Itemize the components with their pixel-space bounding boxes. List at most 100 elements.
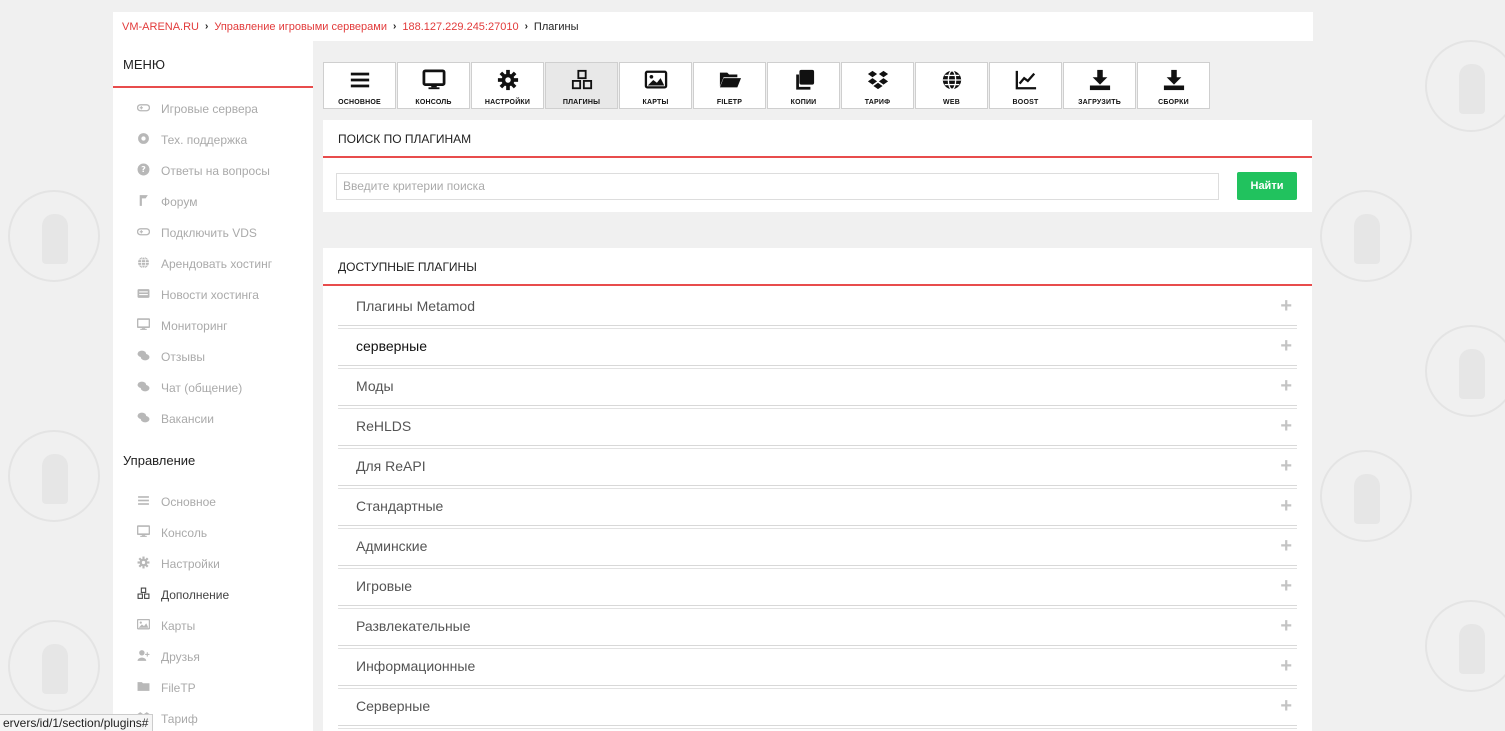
lifebuoy-icon: [136, 132, 150, 148]
toolbar-button-label: СБОРКИ: [1158, 99, 1189, 106]
breadcrumb-server-link[interactable]: 188.127.229.245:27010: [402, 21, 518, 33]
sidebar-menu-item-8[interactable]: Отзывы: [113, 341, 313, 372]
sidebar-menu-item-label: Форум: [161, 194, 198, 209]
toolbar-button-1[interactable]: КОНСОЛЬ: [397, 62, 470, 109]
cubes-icon: [570, 69, 594, 91]
expand-plus-icon[interactable]: +: [1280, 536, 1292, 556]
plugin-category-row[interactable]: серверные +: [338, 326, 1297, 369]
breadcrumb-chevron-icon: ›: [393, 21, 397, 32]
toolbar-button-3[interactable]: ПЛАГИНЫ: [545, 62, 618, 109]
background-logo-mark: [8, 190, 100, 282]
plugin-category-row[interactable]: Игровые +: [338, 566, 1297, 609]
toolbar-button-11[interactable]: СБОРКИ: [1137, 62, 1210, 109]
expand-plus-icon[interactable]: +: [1280, 696, 1292, 716]
expand-plus-icon[interactable]: +: [1280, 456, 1292, 476]
globe-icon: [940, 69, 964, 91]
expand-plus-icon[interactable]: +: [1280, 576, 1292, 596]
toolbar-button-2[interactable]: НАСТРОЙКИ: [471, 62, 544, 109]
sidebar-menu-item-label: Подключить VDS: [161, 225, 257, 240]
sidebar-menu-item-9[interactable]: Чат (общение): [113, 372, 313, 403]
toolbar-button-label: WEB: [943, 99, 960, 106]
expand-plus-icon[interactable]: +: [1280, 296, 1292, 316]
cubes-icon: [136, 587, 150, 603]
plugin-category-row[interactable]: Серверные +: [338, 686, 1297, 729]
expand-plus-icon[interactable]: +: [1280, 416, 1292, 436]
search-panel: ПОИСК ПО ПЛАГИНАМ Найти: [323, 120, 1312, 212]
copy-icon: [792, 69, 816, 91]
comments-icon: [136, 380, 150, 396]
image-icon: [644, 69, 668, 91]
comments-icon: [136, 349, 150, 365]
status-bar-url: ervers/id/1/section/plugins#: [0, 714, 154, 731]
sidebar-menu-item-10[interactable]: Вакансии: [113, 403, 313, 434]
toolbar-button-7[interactable]: ТАРИФ: [841, 62, 914, 109]
plugin-category-row[interactable]: Моды +: [338, 366, 1297, 409]
toolbar-button-label: ЗАГРУЗИТЬ: [1078, 99, 1121, 106]
breadcrumb-chevron-icon: ›: [524, 21, 528, 32]
bars-icon: [348, 69, 372, 91]
toolbar-button-label: КАРТЫ: [642, 99, 669, 106]
expand-plus-icon[interactable]: +: [1280, 656, 1292, 676]
sidebar-menu-item-4[interactable]: Подключить VDS: [113, 217, 313, 248]
toolbar-button-9[interactable]: BOOST: [989, 62, 1062, 109]
dropbox-icon: [866, 69, 890, 91]
expand-plus-icon[interactable]: +: [1280, 376, 1292, 396]
breadcrumb-servers-link[interactable]: Управление игровыми серверами: [214, 21, 387, 33]
plugins-panel-title: ДОСТУПНЫЕ ПЛАГИНЫ: [323, 248, 1312, 286]
toolbar-button-10[interactable]: ЗАГРУЗИТЬ: [1063, 62, 1136, 109]
toolbar-button-0[interactable]: ОСНОВНОЕ: [323, 62, 396, 109]
sidebar-menu-item-0[interactable]: Игровые сервера: [113, 93, 313, 124]
sidebar-manage-item-2[interactable]: Настройки: [113, 548, 313, 579]
sidebar-menu-item-2[interactable]: ? Ответы на вопросы: [113, 155, 313, 186]
plugin-category-label: Развлекательные: [356, 617, 471, 634]
toolbar-button-label: ТАРИФ: [864, 99, 891, 106]
search-button[interactable]: Найти: [1237, 172, 1297, 200]
toolbar-button-label: КОПИИ: [790, 99, 817, 106]
toolbar-button-4[interactable]: КАРТЫ: [619, 62, 692, 109]
plugin-category-row[interactable]: Для ReAPI +: [338, 446, 1297, 489]
sidebar-manage-item-label: Настройки: [161, 556, 220, 571]
sidebar-menu-item-label: Чат (общение): [161, 380, 243, 395]
monitor-icon: [136, 524, 150, 541]
sidebar-menu-item-1[interactable]: Тех. поддержка: [113, 124, 313, 155]
plugin-category-row[interactable]: Стандартные +: [338, 486, 1297, 529]
sidebar-menu-item-3[interactable]: Форум: [113, 186, 313, 217]
sidebar-manage-item-5[interactable]: Друзья: [113, 641, 313, 672]
sidebar-manage-list: Основное Консоль Настройки Дополнение Карты Д…: [113, 486, 313, 731]
sidebar-menu-item-6[interactable]: Новости хостинга: [113, 279, 313, 310]
plugin-category-row[interactable]: Информационные +: [338, 646, 1297, 689]
gear-icon: [496, 69, 520, 91]
plugin-category-row[interactable]: Админские +: [338, 526, 1297, 569]
plugins-panel: ДОСТУПНЫЕ ПЛАГИНЫ Плагины Metamod + сервер…: [323, 248, 1312, 731]
server-toolbar: ОСНОВНОЕ КОНСОЛЬ НАСТРОЙКИ ПЛАГИНЫ КАРТЫ FILE…: [323, 62, 1211, 109]
sidebar-manage-item-6[interactable]: FileTP: [113, 672, 313, 703]
sidebar-manage-item-1[interactable]: Консоль: [113, 517, 313, 548]
sidebar-menu-item-7[interactable]: Мониторинг: [113, 310, 313, 341]
sidebar-menu-item-label: Ответы на вопросы: [161, 163, 270, 178]
toolbar-button-8[interactable]: WEB: [915, 62, 988, 109]
sidebar-menu-item-label: Арендовать хостинг: [161, 256, 273, 271]
plugin-category-row[interactable]: Плагины Metamod +: [338, 286, 1297, 329]
sidebar-manage-item-label: Тариф: [161, 711, 198, 726]
sidebar-menu-item-5[interactable]: Арендовать хостинг: [113, 248, 313, 279]
plugin-category-label: Серверные: [356, 697, 431, 714]
sidebar-manage-item-4[interactable]: Карты: [113, 610, 313, 641]
sidebar-menu-title: МЕНЮ: [113, 41, 313, 88]
sidebar-manage-item-3[interactable]: Дополнение: [113, 579, 313, 610]
sidebar-menu-item-label: Новости хостинга: [161, 287, 259, 302]
monitor-icon: [422, 69, 446, 91]
sidebar-manage-item-0[interactable]: Основное: [113, 486, 313, 517]
plugin-category-row[interactable]: ReHLDS +: [338, 406, 1297, 449]
breadcrumb-home-link[interactable]: VM-ARENA.RU: [122, 21, 199, 33]
search-panel-title: ПОИСК ПО ПЛАГИНАМ: [323, 120, 1312, 158]
expand-plus-icon[interactable]: +: [1280, 616, 1292, 636]
plugin-category-row[interactable]: Развлекательные +: [338, 606, 1297, 649]
gamepad-icon: [136, 225, 150, 241]
toolbar-button-6[interactable]: КОПИИ: [767, 62, 840, 109]
expand-plus-icon[interactable]: +: [1280, 496, 1292, 516]
expand-plus-icon[interactable]: +: [1280, 336, 1292, 356]
newspaper-icon: [136, 287, 150, 303]
search-input[interactable]: [336, 172, 1219, 200]
toolbar-button-5[interactable]: FILETP: [693, 62, 766, 109]
plugin-category-label: Стандартные: [356, 497, 444, 514]
